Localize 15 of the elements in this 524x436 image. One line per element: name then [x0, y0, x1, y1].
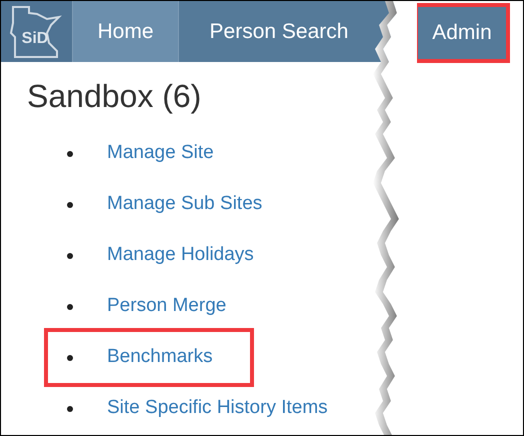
- admin-tab[interactable]: Admin: [414, 3, 510, 63]
- menu-link[interactable]: Manage Sub Sites: [107, 190, 262, 219]
- bullet-icon: [67, 304, 73, 310]
- bullet-icon: [67, 252, 73, 258]
- bullet-icon: [67, 150, 73, 156]
- bullet-icon: [67, 354, 73, 360]
- bullet-icon: [67, 202, 73, 208]
- menu-link[interactable]: Site Specific History Items: [107, 394, 328, 423]
- menu-link[interactable]: Manage Site: [107, 139, 214, 168]
- bullet-icon: [67, 406, 73, 412]
- nav-tab[interactable]: Home: [73, 1, 179, 62]
- menu-link[interactable]: Benchmarks: [107, 343, 213, 372]
- menu-link[interactable]: Person Merge: [107, 292, 226, 321]
- menu-link[interactable]: Manage Holidays: [107, 241, 254, 270]
- page-heading: Sandbox (6): [27, 77, 202, 116]
